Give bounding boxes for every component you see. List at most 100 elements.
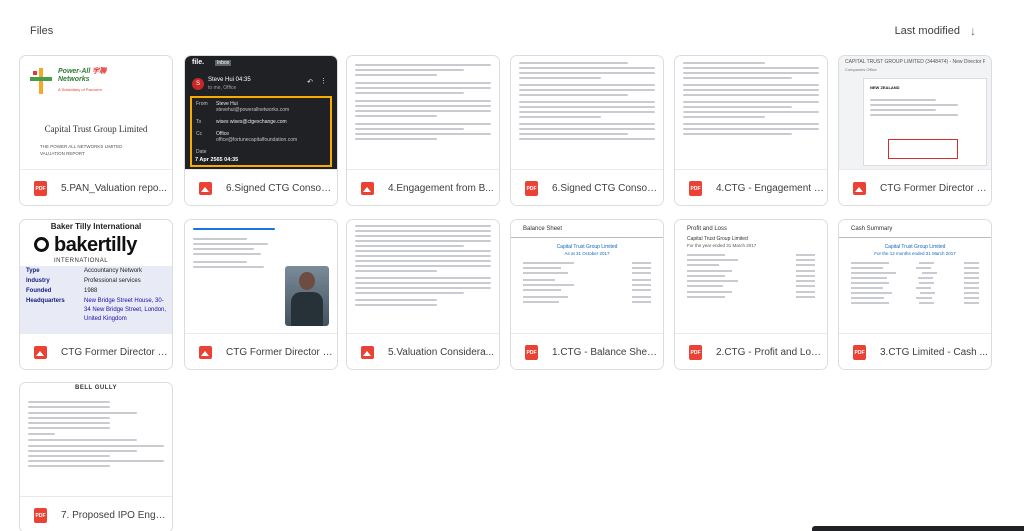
file-card[interactable]: Baker Tilly International bakertilly INT… [19,219,173,370]
file-thumbnail: BELL GULLY [20,383,172,496]
infobox: Type Accountancy Network Industry Professi… [20,266,172,333]
sheet-header: Balance Sheet [511,220,663,238]
power-all-logo-icon [30,68,52,94]
file-card[interactable]: CAPITAL TRUST GROUP LIMITED (3448474) - … [838,55,992,206]
file-card[interactable]: 5.Valuation Considera... [346,219,500,370]
file-thumbnail: Profit and Loss Capital Trust Group Limi… [675,220,827,333]
file-thumbnail [347,56,499,169]
file-card[interactable]: 4.Engagement from B... [346,55,500,206]
sheet-rows [523,262,651,306]
nz-companies-logo: NEW ZEALAND [870,85,900,90]
document-title: Baker Tilly International [50,222,142,231]
file-name: 3.CTG Limited - Cash ... [880,347,988,358]
files-header: Files Last modified ↓ [0,0,1024,50]
file-thumbnail: file. Inbox S Steve Hui 04:35 to me, Off… [185,56,337,169]
file-card[interactable]: Profit and Loss Capital Trust Group Limi… [674,219,828,370]
file-thumbnail [675,56,827,169]
file-card-footer: CTG Former Director - ... [839,169,991,205]
file-card-footer: PDF 3.CTG Limited - Cash ... [839,333,991,369]
document-text-lines [355,225,491,309]
file-name: CTG Former Director - ... [880,183,988,194]
document-line: VALUATION REPORT [40,151,85,156]
pdf-icon: PDF [34,508,47,523]
avatar: S [192,78,204,90]
file-name: 1.CTG - Balance Sheet... [552,347,660,358]
document-title: Capital Trust Group Limited [44,124,148,134]
file-thumbnail: Balance Sheet Capital Trust Group Limite… [511,220,663,333]
file-card-footer: PDF 1.CTG - Balance Sheet... [511,333,663,369]
file-card-footer: PDF 6.Signed CTG Consort... [511,169,663,205]
more-icon: ⋮ [320,78,327,85]
image-file-icon [34,346,47,359]
reply-icon: ↶ [307,79,313,86]
sort-label[interactable]: Last modified [895,25,960,37]
bell-gully-logo: BELL GULLY [74,385,117,391]
file-card[interactable]: Cash Summary Capital Trust Group Limited… [838,219,992,370]
file-card[interactable]: BELL GULLY PDF 7. Proposed IPO Enga... [19,382,173,531]
file-thumbnail [185,220,337,333]
sheet-title: Capital Trust Group Limited [687,236,748,242]
sheet-subtitle: For the 12 months ended 31 March 2017 [874,251,956,256]
pdf-icon: PDF [525,181,538,196]
image-file-icon [361,346,374,359]
file-thumbnail [347,220,499,333]
sheet-subtitle: For the year ended 31 March 2017 [687,243,757,248]
email-sender: Steve Hui 04:35 [208,77,251,83]
bottom-toast-bar [812,526,1024,531]
bakertilly-logo-icon [34,237,49,252]
file-name: 7. Proposed IPO Enga... [61,510,169,521]
logo-subtitle: INTERNATIONAL [54,258,109,264]
document-text-lines [355,64,491,143]
file-thumbnail: Cash Summary Capital Trust Group Limited… [839,220,991,333]
file-card-footer: 4.Engagement from B... [347,169,499,205]
document-page: NEW ZEALAND [863,78,987,166]
file-card-footer: PDF 5.PAN_Valuation repo... [20,169,172,205]
file-thumbnail: Power-All 宇聯 Networks A Subsidiary of Pa… [20,56,172,169]
document-subtitle: Companies Office [845,67,877,72]
sheet-title: Capital Trust Group Limited [556,244,618,250]
file-card-footer: 5.Valuation Considera... [347,333,499,369]
document-text-lines [683,62,819,138]
inbox-badge: Inbox [215,60,232,66]
pdf-icon: PDF [689,181,702,196]
file-name: 5.Valuation Considera... [388,347,494,358]
file-thumbnail: Baker Tilly International bakertilly INT… [20,220,172,333]
file-card[interactable]: file. Inbox S Steve Hui 04:35 to me, Off… [184,55,338,206]
file-name: 2.CTG - Profit and Los... [716,347,824,358]
file-card-footer: PDF 7. Proposed IPO Enga... [20,496,172,531]
pdf-icon: PDF [853,345,866,360]
file-name: CTG Former Director - ... [226,347,334,358]
logo-subtitle: A Subsidiary of Pacnorm [58,87,102,92]
bakertilly-logo: bakertilly [54,234,137,256]
file-name: 4.Engagement from B... [388,183,494,194]
email-app-name: file. [192,59,205,66]
email-details-box: From Steve Hui stevehui@powerallnetworks.c… [190,96,332,167]
file-card-footer: CTG Former Director - ... [20,333,172,369]
pdf-icon: PDF [689,345,702,360]
document-line: THE POWER ALL NETWORKS LIMITED [40,144,123,149]
file-name: CTG Former Director - ... [61,347,169,358]
files-section-title: Files [30,25,54,37]
email-date: 7 Apr 2565 04:35 [195,157,239,163]
file-card-footer: PDF 4.CTG - Engagement L... [675,169,827,205]
file-card[interactable]: PDF 6.Signed CTG Consort... [510,55,664,206]
image-file-icon [199,182,212,195]
letter-text-lines [28,401,164,470]
sheet-rows [687,254,815,301]
file-card[interactable]: Balance Sheet Capital Trust Group Limite… [510,219,664,370]
file-card[interactable]: Power-All 宇聯 Networks A Subsidiary of Pa… [19,55,173,206]
file-thumbnail: CAPITAL TRUST GROUP LIMITED (3448474) - … [839,56,991,169]
file-card-footer: 6.Signed CTG Consort... [185,169,337,205]
file-name: 6.Signed CTG Consort... [552,183,660,194]
file-name: 6.Signed CTG Consort... [226,183,334,194]
sheet-title: Capital Trust Group Limited [884,244,946,250]
file-card[interactable]: PDF 4.CTG - Engagement L... [674,55,828,206]
highlight-box [888,139,958,159]
power-all-logo-text: Power-All 宇聯 Networks [58,68,107,83]
file-card[interactable]: CTG Former Director - ... [184,219,338,370]
file-name: 4.CTG - Engagement L... [716,183,824,194]
sort-control[interactable]: Last modified ↓ [895,24,976,38]
webpage-text-lines [193,228,329,271]
image-file-icon [199,346,212,359]
arrow-down-icon[interactable]: ↓ [970,24,976,38]
